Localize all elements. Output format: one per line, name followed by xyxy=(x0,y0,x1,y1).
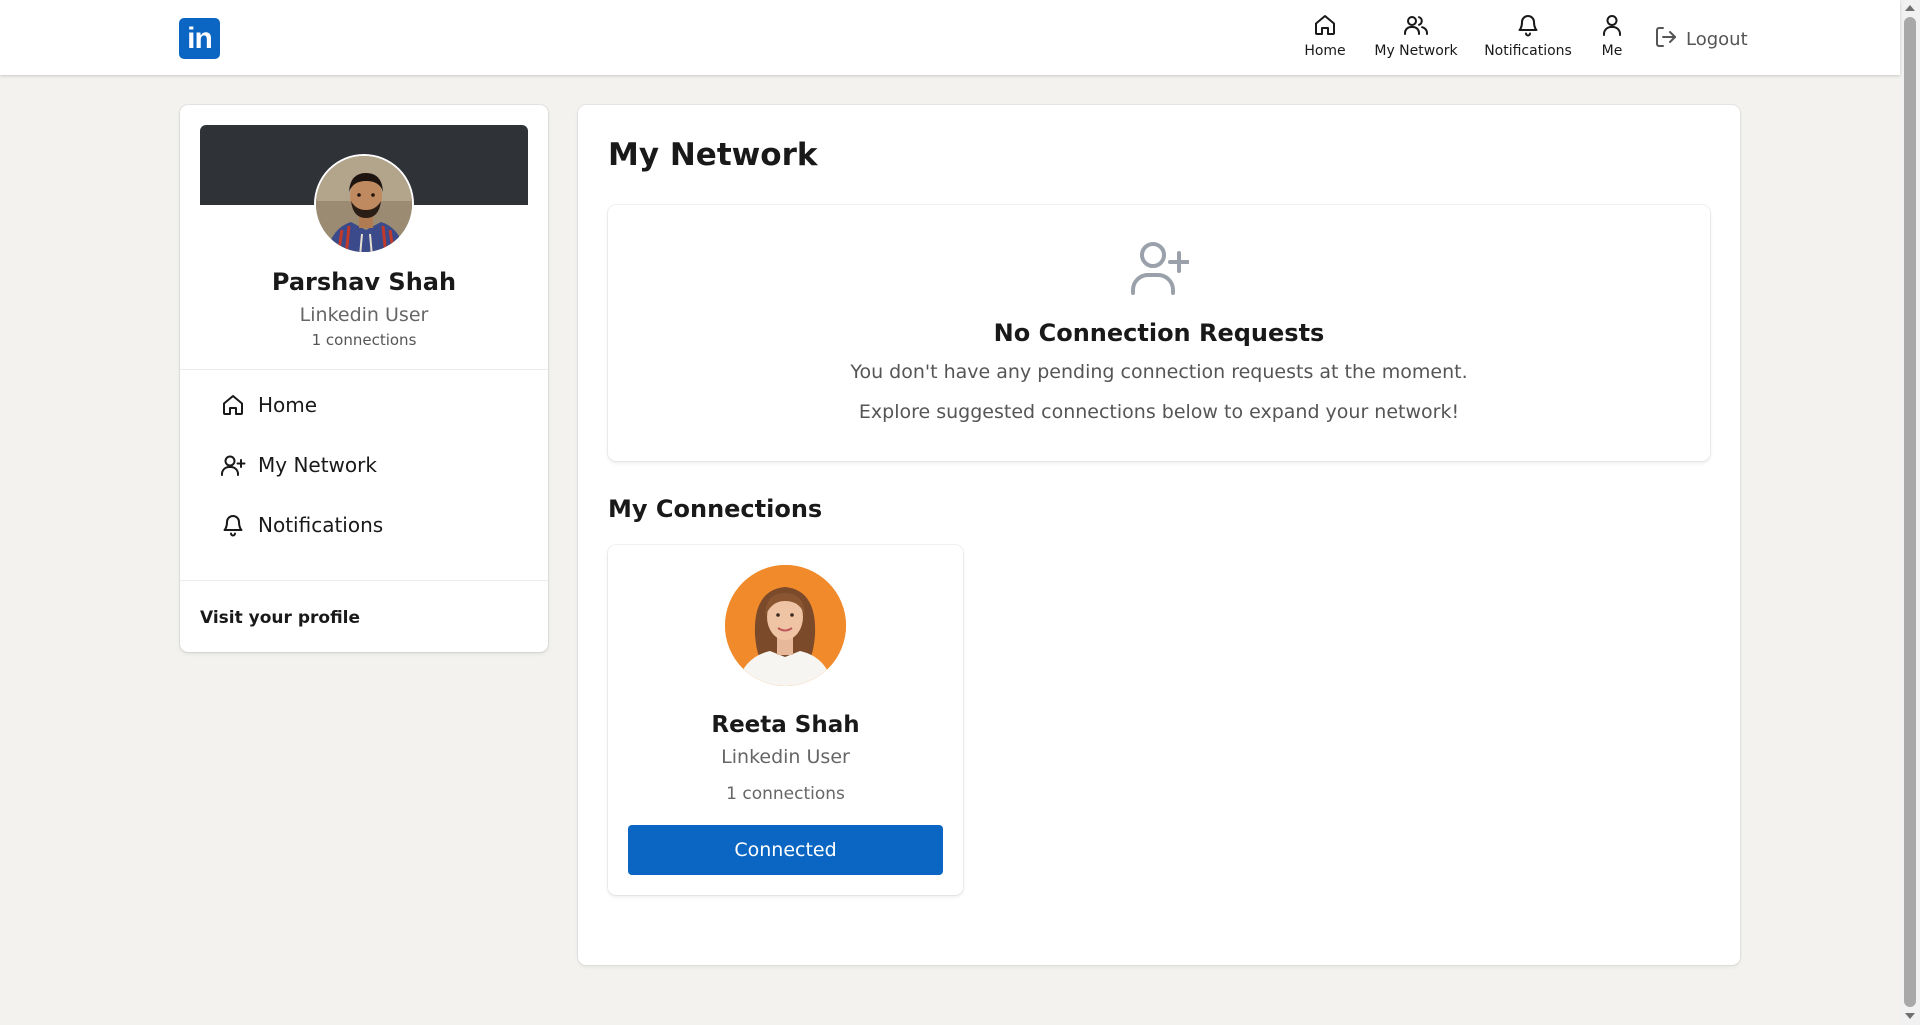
sidebar-item-notifications[interactable]: Notifications xyxy=(220,510,383,540)
bell-icon xyxy=(220,512,246,538)
sidebar-item-my-network[interactable]: My Network xyxy=(220,450,383,480)
sidebar-item-home[interactable]: Home xyxy=(220,390,383,420)
profile-headline: Linkedin User xyxy=(299,304,429,326)
sidebar-nav: Home My Network Notifications xyxy=(220,390,383,570)
nav-my-network[interactable]: My Network xyxy=(1370,12,1462,62)
add-person-icon xyxy=(220,452,246,478)
connection-name: Reeta Shah xyxy=(711,712,860,738)
bell-icon xyxy=(1516,12,1540,38)
requests-empty-text: You don't have any pending connection re… xyxy=(850,361,1468,383)
connection-requests-empty-state: No Connection Requests You don't have an… xyxy=(608,205,1710,461)
nav-home[interactable]: Home xyxy=(1300,12,1350,62)
logout-label: Logout xyxy=(1686,28,1748,50)
connected-button[interactable]: Connected xyxy=(628,825,943,875)
page-title: My Network xyxy=(608,137,818,173)
connection-headline: Linkedin User xyxy=(721,746,850,768)
top-navbar: in Home My Network Notifications Me Logo… xyxy=(0,0,1900,75)
scroll-up-arrow-icon[interactable] xyxy=(1905,5,1915,11)
people-icon xyxy=(1403,12,1429,38)
nav-notifications[interactable]: Notifications xyxy=(1478,12,1578,62)
nav-me-label: Me xyxy=(1601,43,1623,59)
divider xyxy=(180,369,548,370)
home-icon xyxy=(1313,12,1337,38)
scroll-down-arrow-icon[interactable] xyxy=(1905,1013,1915,1019)
add-person-icon xyxy=(1129,239,1190,295)
main-panel: My Network No Connection Requests You do… xyxy=(578,105,1740,965)
profile-connections-count: 1 connections xyxy=(311,331,417,349)
scrollbar[interactable] xyxy=(1900,0,1920,1025)
logout-button[interactable]: Logout xyxy=(1654,24,1748,54)
person-icon xyxy=(1600,12,1624,38)
top-nav-items: Home My Network Notifications Me xyxy=(0,12,1900,62)
visit-profile-link[interactable]: Visit your profile xyxy=(200,608,360,628)
connection-card: Reeta Shah Linkedin User 1 connections C… xyxy=(608,545,963,895)
connections-section-title: My Connections xyxy=(608,495,823,523)
profile-card: Parshav Shah Linkedin User 1 connections… xyxy=(180,105,548,652)
connection-count: 1 connections xyxy=(726,784,845,804)
avatar[interactable] xyxy=(314,154,414,254)
profile-name: Parshav Shah xyxy=(271,268,457,296)
scrollbar-thumb[interactable] xyxy=(1904,17,1916,1007)
nav-notifications-label: Notifications xyxy=(1484,43,1572,59)
requests-empty-title: No Connection Requests xyxy=(993,319,1325,347)
sidebar-item-label: Home xyxy=(258,393,318,417)
home-icon xyxy=(220,392,246,418)
sidebar-item-label: My Network xyxy=(258,453,377,477)
requests-empty-hint: Explore suggested connections below to e… xyxy=(858,401,1460,423)
logout-icon xyxy=(1654,25,1678,54)
sidebar-item-label: Notifications xyxy=(258,513,384,537)
divider xyxy=(180,580,548,581)
nav-network-label: My Network xyxy=(1374,43,1458,59)
nav-me[interactable]: Me xyxy=(1594,12,1630,62)
nav-home-label: Home xyxy=(1304,43,1346,59)
avatar[interactable] xyxy=(725,565,846,686)
